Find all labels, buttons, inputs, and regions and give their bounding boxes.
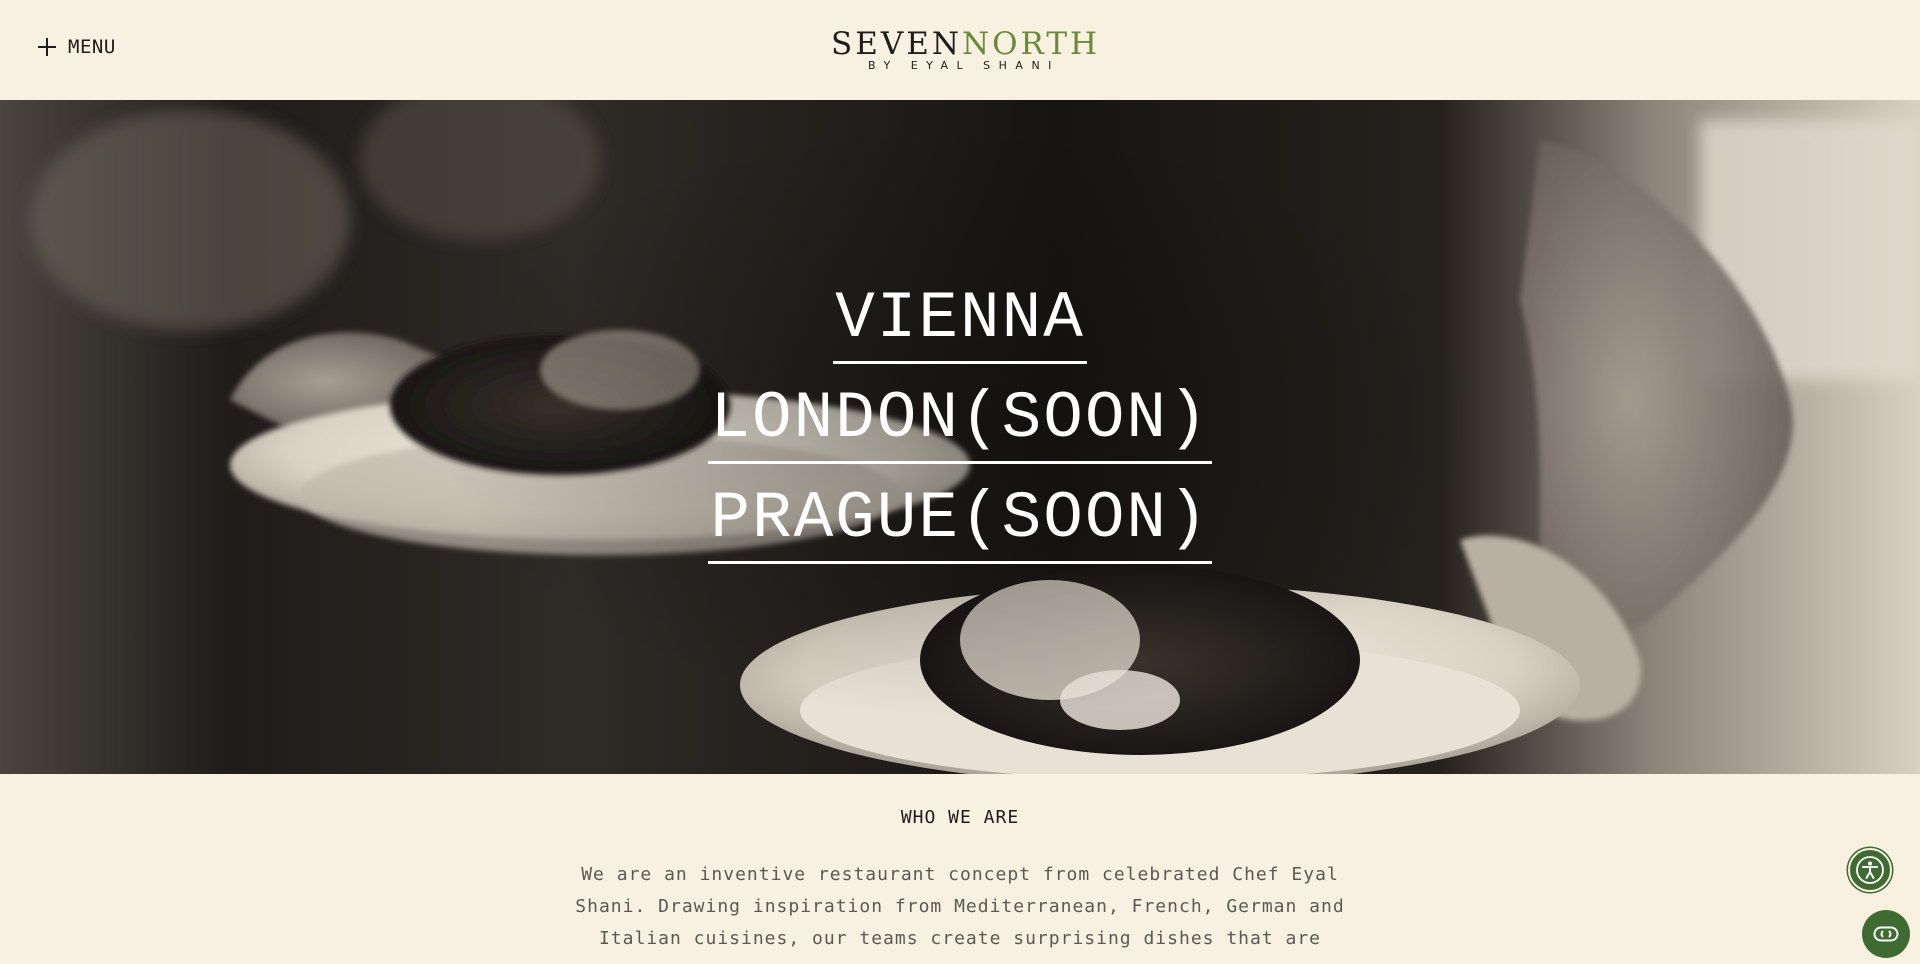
logo-word-seven: SEVEN — [831, 26, 963, 62]
section-title: WHO WE ARE — [900, 807, 1020, 828]
who-we-are-section: WHO WE ARE We are an inventive restauran… — [0, 774, 1920, 964]
logo-word-north: NORTH — [962, 26, 1101, 62]
about-paragraph: We are an inventive restaurant concept f… — [575, 864, 1345, 949]
logo-wordmark: SEVENNORTH — [831, 26, 1097, 62]
accessibility-button[interactable] — [1848, 848, 1892, 892]
location-link-vienna[interactable]: VIENNA — [833, 278, 1087, 364]
location-link-prague[interactable]: PRAGUE(SOON) — [708, 478, 1212, 564]
menu-button[interactable]: MENU — [38, 36, 116, 58]
chat-button[interactable] — [1862, 910, 1910, 958]
site-header: MENU SEVENNORTH BY EYAL SHANI — [0, 0, 1920, 100]
location-link-london[interactable]: LONDON(SOON) — [708, 378, 1212, 464]
menu-label: MENU — [68, 36, 116, 58]
site-logo[interactable]: SEVENNORTH BY EYAL SHANI — [831, 26, 1097, 72]
hero-section: VIENNA LONDON(SOON) PRAGUE(SOON) — [0, 100, 1920, 774]
chat-icon — [1873, 926, 1899, 942]
plus-icon — [38, 38, 56, 56]
logo-subtitle: BY EYAL SHANI — [868, 59, 1060, 72]
locations-nav: VIENNA LONDON(SOON) PRAGUE(SOON) — [0, 100, 1920, 774]
accessibility-icon — [1856, 856, 1884, 884]
